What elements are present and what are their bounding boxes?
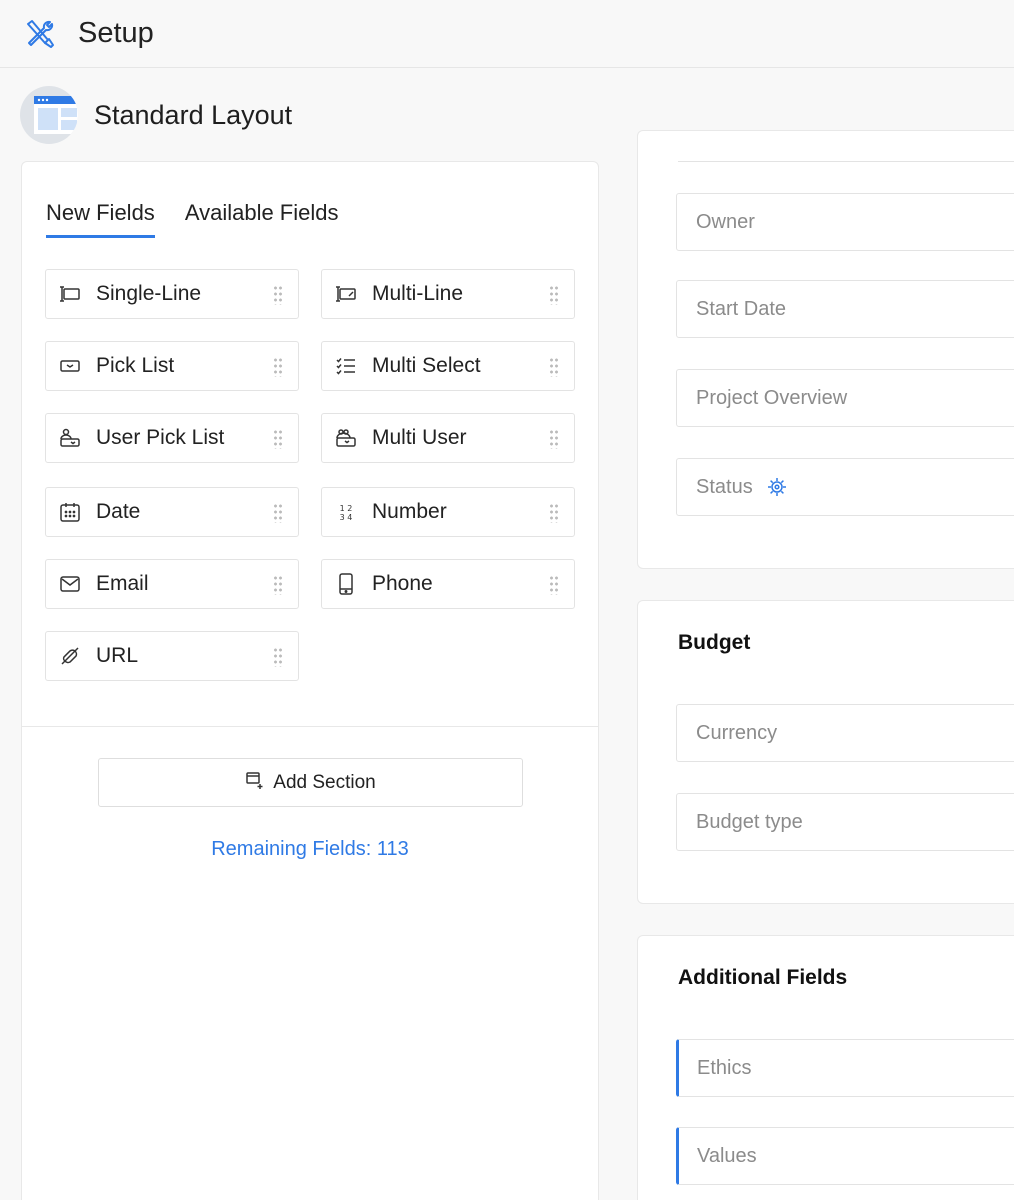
section-card-main: Owner Start Date Project Overview Status — [637, 130, 1014, 569]
drag-handle-icon[interactable] — [273, 357, 282, 377]
field-start-date[interactable]: Start Date — [676, 280, 1014, 338]
tab-new-fields[interactable]: New Fields — [46, 200, 155, 238]
drag-handle-icon[interactable] — [273, 429, 282, 449]
field-ethics[interactable]: Ethics — [676, 1039, 1014, 1097]
section-title-additional: Additional Fields — [678, 966, 848, 989]
drag-handle-icon[interactable] — [549, 285, 558, 305]
envelope-icon — [58, 572, 82, 596]
drag-handle-icon[interactable] — [549, 429, 558, 449]
drag-handle-icon[interactable] — [273, 647, 282, 667]
field-phone[interactable]: Phone — [321, 559, 575, 609]
field-owner[interactable]: Owner — [676, 193, 1014, 251]
drag-handle-icon[interactable] — [273, 285, 282, 305]
field-user-pick-list[interactable]: User Pick List — [45, 413, 299, 463]
pick-list-icon — [58, 354, 82, 378]
section-card-budget: Budget Currency Budget type — [637, 600, 1014, 904]
svg-text:1 2: 1 2 — [340, 504, 353, 513]
drag-handle-icon[interactable] — [273, 503, 282, 523]
field-single-line[interactable]: Single-Line — [45, 269, 299, 319]
field-tabs: New Fields Available Fields — [46, 200, 369, 238]
field-palette-panel: New Fields Available Fields Single-Line … — [21, 161, 599, 1200]
page-title: Setup — [78, 17, 154, 49]
field-number[interactable]: 1 23 4 Number — [321, 487, 575, 537]
field-pick-list[interactable]: Pick List — [45, 341, 299, 391]
field-multi-select[interactable]: Multi Select — [321, 341, 575, 391]
field-status[interactable]: Status — [676, 458, 1014, 516]
multi-select-icon — [334, 354, 358, 378]
remaining-fields-count: Remaining Fields: 113 — [211, 838, 409, 860]
calendar-icon — [58, 500, 82, 524]
field-url[interactable]: URL — [45, 631, 299, 681]
link-icon — [58, 644, 82, 668]
section-divider — [678, 161, 1014, 162]
multi-line-icon — [334, 282, 358, 306]
phone-icon — [334, 572, 358, 596]
tools-icon — [24, 18, 56, 50]
single-line-icon — [58, 282, 82, 306]
section-title-budget: Budget — [678, 631, 751, 654]
drag-handle-icon[interactable] — [549, 357, 558, 377]
tab-available-fields[interactable]: Available Fields — [185, 200, 339, 238]
top-bar: Setup — [0, 0, 1014, 68]
field-date[interactable]: Date — [45, 487, 299, 537]
add-section-button[interactable]: Add Section — [98, 758, 523, 807]
field-multi-line[interactable]: Multi-Line — [321, 269, 575, 319]
gear-icon[interactable] — [767, 477, 787, 497]
svg-text:3 4: 3 4 — [340, 513, 353, 522]
field-email[interactable]: Email — [45, 559, 299, 609]
number-icon: 1 23 4 — [334, 500, 358, 524]
field-currency[interactable]: Currency — [676, 704, 1014, 762]
field-values[interactable]: Values — [676, 1127, 1014, 1185]
section-card-additional: Additional Fields Ethics Values — [637, 935, 1014, 1200]
layout-name: Standard Layout — [94, 99, 293, 130]
add-section-icon — [245, 770, 265, 795]
layout-icon — [20, 86, 78, 144]
field-budget-type[interactable]: Budget type — [676, 793, 1014, 851]
field-multi-user[interactable]: Multi User — [321, 413, 575, 463]
multi-user-icon — [334, 426, 358, 450]
divider — [22, 726, 598, 727]
drag-handle-icon[interactable] — [549, 503, 558, 523]
drag-handle-icon[interactable] — [549, 575, 558, 595]
drag-handle-icon[interactable] — [273, 575, 282, 595]
user-pick-list-icon — [58, 426, 82, 450]
field-project-overview[interactable]: Project Overview — [676, 369, 1014, 427]
layout-header: Standard Layout — [20, 85, 292, 145]
